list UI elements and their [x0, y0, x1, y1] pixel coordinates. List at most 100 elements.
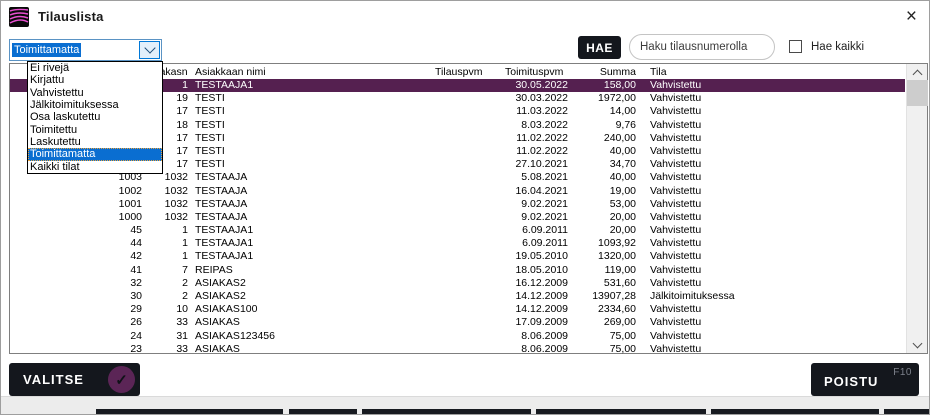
- cell-tila: Vahvistettu: [650, 185, 900, 198]
- cell-tilauspvm: [435, 79, 501, 92]
- cell-nimi: ASIAKAS100: [195, 303, 430, 316]
- cell-summa: 158,00: [568, 79, 636, 92]
- cell-summa: 9,76: [568, 119, 636, 132]
- cell-asiakasnro: 31: [145, 330, 188, 343]
- cell-toimituspvm: 5.08.2021: [501, 171, 568, 184]
- table-row[interactable]: 2333ASIAKAS8.06.200975,00Vahvistettu: [10, 343, 905, 356]
- dropdown-option[interactable]: Kirjattu: [28, 74, 162, 86]
- cell-nimi: TESTAAJA1: [195, 224, 430, 237]
- select-button[interactable]: VALITSE ✓: [9, 363, 140, 396]
- cell-toimituspvm: 30.05.2022: [501, 79, 568, 92]
- dropdown-option[interactable]: Ei rivejä: [28, 62, 162, 74]
- close-icon[interactable]: ×: [906, 5, 917, 29]
- cell-asiakasnro: 7: [145, 264, 188, 277]
- cell-nimi: TESTI: [195, 145, 430, 158]
- background-window-strip: [1, 396, 929, 414]
- cell-tilauspvm: [435, 105, 501, 118]
- table-row[interactable]: 10011032TESTAAJA9.02.202153,00Vahvistett…: [10, 198, 905, 211]
- cell-tilauspvm: [435, 237, 501, 250]
- cell-tila: Vahvistettu: [650, 145, 900, 158]
- cell-tilausnro: 26: [11, 316, 142, 329]
- cell-nimi: ASIAKAS: [195, 316, 430, 329]
- cell-toimituspvm: 8.06.2009: [501, 330, 568, 343]
- cell-tilauspvm: [435, 264, 501, 277]
- search-button[interactable]: HAE: [578, 36, 621, 59]
- scroll-down-icon[interactable]: [907, 337, 928, 353]
- check-circle-icon: ✓: [108, 366, 135, 393]
- vertical-scrollbar[interactable]: [906, 64, 927, 353]
- exit-shortcut-hint: F10: [893, 367, 912, 378]
- tilauslista-dialog: Tilauslista × Toimittamatta HAE Hae kaik…: [0, 0, 930, 415]
- column-header-tila[interactable]: Tila: [650, 66, 900, 79]
- cell-tilauspvm: [435, 185, 501, 198]
- cell-asiakasnro: 1: [145, 237, 188, 250]
- table-row[interactable]: 2910ASIAKAS10014.12.20092334,60Vahvistet…: [10, 303, 905, 316]
- cell-nimi: TESTI: [195, 105, 430, 118]
- dropdown-option[interactable]: Vahvistettu: [28, 87, 162, 99]
- cell-tila: Vahvistettu: [650, 277, 900, 290]
- table-row[interactable]: 10001032TESTAAJA9.02.202120,00Vahvistett…: [10, 211, 905, 224]
- dropdown-option[interactable]: Toimittamatta: [28, 148, 162, 160]
- cell-nimi: ASIAKAS2: [195, 277, 430, 290]
- cell-summa: 14,00: [568, 105, 636, 118]
- search-all-checkbox[interactable]: [789, 40, 802, 53]
- cell-tilauspvm: [435, 303, 501, 316]
- cell-asiakasnro: 1032: [145, 211, 188, 224]
- cell-tilauspvm: [435, 250, 501, 263]
- dropdown-option[interactable]: Kaikki tilat: [28, 161, 162, 173]
- cell-tila: Vahvistettu: [650, 198, 900, 211]
- cell-tilauspvm: [435, 145, 501, 158]
- scrollbar-thumb[interactable]: [907, 80, 928, 106]
- cell-nimi: TESTAAJA: [195, 171, 430, 184]
- table-row[interactable]: 417REIPAS18.05.2010119,00Vahvistettu: [10, 264, 905, 277]
- cell-tilausnro: 1001: [11, 198, 142, 211]
- background-window-button: [96, 409, 283, 414]
- cell-tilausnro: 23: [11, 343, 142, 356]
- table-row[interactable]: 10021032TESTAAJA16.04.202119,00Vahvistet…: [10, 185, 905, 198]
- table-row[interactable]: 2633ASIAKAS17.09.2009269,00Vahvistettu: [10, 316, 905, 329]
- cell-summa: 20,00: [568, 211, 636, 224]
- cell-tilausnro: 29: [11, 303, 142, 316]
- cell-tilausnro: 41: [11, 264, 142, 277]
- table-row[interactable]: 302ASIAKAS214.12.200913907,28Jälkitoimit…: [10, 290, 905, 303]
- status-filter-combobox[interactable]: Toimittamatta: [9, 39, 162, 61]
- cell-tila: Vahvistettu: [650, 158, 900, 171]
- column-header-tilauspvm[interactable]: Tilauspvm: [435, 66, 501, 79]
- column-header-summa[interactable]: Summa: [568, 66, 636, 79]
- app-logo-icon: [9, 7, 29, 27]
- cell-tila: Vahvistettu: [650, 264, 900, 277]
- cell-tilauspvm: [435, 158, 501, 171]
- select-button-label: VALITSE: [23, 372, 84, 387]
- table-row[interactable]: 421TESTAAJA119.05.20101320,00Vahvistettu: [10, 250, 905, 263]
- table-row[interactable]: 322ASIAKAS216.12.2009531,60Vahvistettu: [10, 277, 905, 290]
- table-row[interactable]: 441TESTAAJA16.09.20111093,92Vahvistettu: [10, 237, 905, 250]
- dropdown-option[interactable]: Laskutettu: [28, 136, 162, 148]
- exit-button[interactable]: POISTU F10: [811, 363, 919, 396]
- cell-tilauspvm: [435, 277, 501, 290]
- cell-summa: 40,00: [568, 171, 636, 184]
- cell-nimi: ASIAKAS123456: [195, 330, 430, 343]
- cell-toimituspvm: 11.02.2022: [501, 132, 568, 145]
- cell-tila: Jälkitoimituksessa: [650, 290, 900, 303]
- dropdown-option[interactable]: Jälkitoimituksessa: [28, 99, 162, 111]
- cell-summa: 13907,28: [568, 290, 636, 303]
- order-number-search-input[interactable]: [629, 34, 775, 60]
- cell-nimi: TESTAAJA1: [195, 250, 430, 263]
- background-window-button: [884, 409, 930, 414]
- cell-tila: Vahvistettu: [650, 250, 900, 263]
- cell-asiakasnro: 2: [145, 290, 188, 303]
- cell-nimi: ASIAKAS2: [195, 290, 430, 303]
- table-row[interactable]: 2431ASIAKAS1234568.06.200975,00Vahvistet…: [10, 330, 905, 343]
- dropdown-option[interactable]: Osa laskutettu: [28, 111, 162, 123]
- status-filter-value: Toimittamatta: [12, 43, 81, 57]
- title-bar: Tilauslista ×: [1, 1, 929, 33]
- table-row[interactable]: 451TESTAAJA16.09.201120,00Vahvistettu: [10, 224, 905, 237]
- cell-tila: Vahvistettu: [650, 303, 900, 316]
- cell-tilauspvm: [435, 171, 501, 184]
- combobox-dropdown-button[interactable]: [139, 41, 160, 59]
- dropdown-option[interactable]: Toimitettu: [28, 124, 162, 136]
- scroll-up-icon[interactable]: [907, 64, 928, 80]
- cell-tila: Vahvistettu: [650, 105, 900, 118]
- cell-tilausnro: 42: [11, 250, 142, 263]
- column-header-asiakkaan-nimi[interactable]: Asiakkaan nimi: [195, 66, 430, 79]
